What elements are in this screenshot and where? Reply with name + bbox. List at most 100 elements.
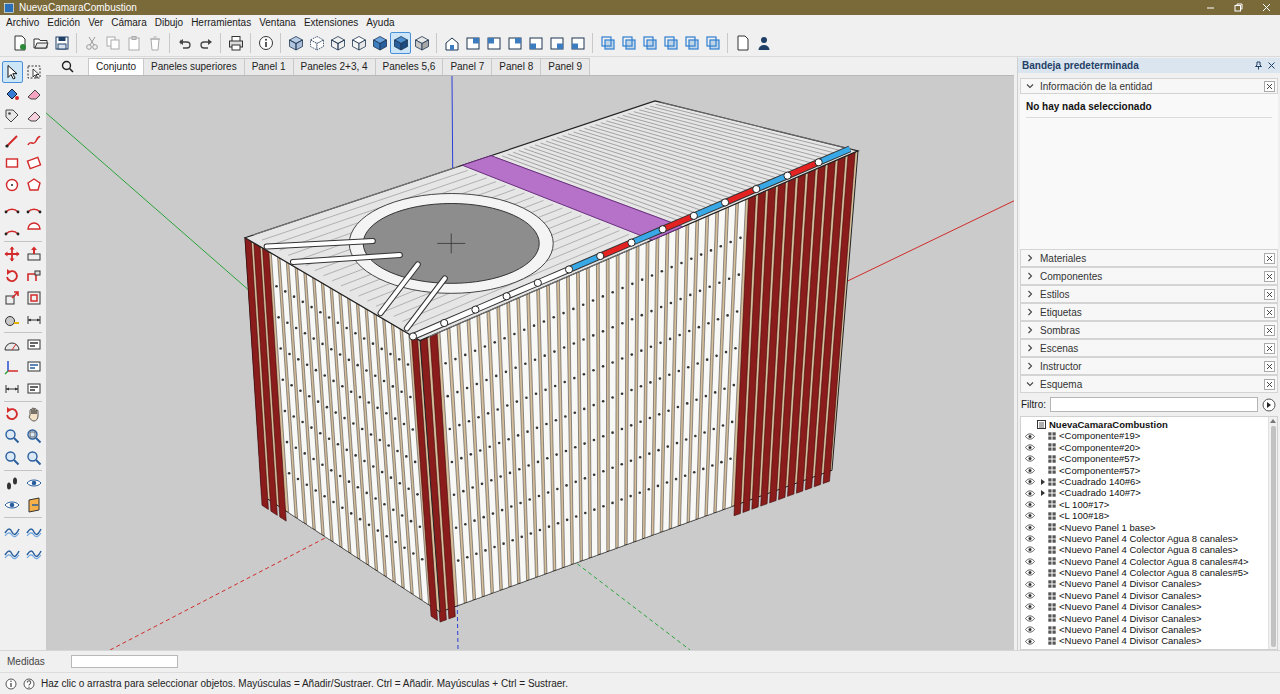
collapsed-arrow-icon[interactable]: [1040, 490, 1046, 496]
tool-button[interactable]: [2, 152, 23, 174]
outliner-row[interactable]: <Nuevo Panel 4 Divisor Canales>: [1021, 590, 1268, 601]
menu-item[interactable]: Dibujo: [151, 15, 187, 30]
outliner-root[interactable]: NuevaCamaraCombustion: [1021, 419, 1268, 430]
eye-icon[interactable]: [1025, 467, 1035, 474]
panel-close-button[interactable]: [1264, 253, 1275, 264]
scene-tab[interactable]: Panel 7: [442, 58, 492, 75]
eye-icon[interactable]: [1025, 581, 1035, 588]
collapsed-arrow-icon[interactable]: [1040, 479, 1046, 485]
eye-icon[interactable]: [1025, 546, 1035, 553]
eye-icon[interactable]: [1025, 638, 1035, 645]
eye-icon[interactable]: [1025, 455, 1035, 462]
close-tray-icon[interactable]: [1267, 61, 1276, 70]
outliner-row[interactable]: <Cuadrado 140#6>: [1021, 476, 1268, 487]
minimize-button[interactable]: [1196, 0, 1224, 15]
toolbar-button[interactable]: [306, 32, 327, 54]
tool-button[interactable]: [24, 105, 45, 127]
tool-button[interactable]: [2, 425, 23, 447]
outliner-row[interactable]: <Nuevo Panel 4 Colector Agua 8 canales#4…: [1021, 556, 1268, 567]
toolbar-button[interactable]: [255, 32, 276, 54]
panel-close-button[interactable]: [1264, 361, 1275, 372]
tool-button[interactable]: [24, 472, 45, 494]
menu-item[interactable]: Herramientas: [187, 15, 255, 30]
panel-header[interactable]: Sombras: [1020, 321, 1278, 339]
outliner-row[interactable]: <Cuadrado 140#7>: [1021, 487, 1268, 498]
toolbar-button[interactable]: [546, 32, 567, 54]
tool-button[interactable]: [2, 218, 23, 240]
menu-item[interactable]: Archivo: [2, 15, 43, 30]
tool-button[interactable]: [24, 334, 45, 356]
tool-button[interactable]: [2, 174, 23, 196]
toolbar-button[interactable]: [225, 32, 246, 54]
menu-item[interactable]: Ayuda: [362, 15, 398, 30]
viewport[interactable]: [46, 75, 1014, 650]
eye-icon[interactable]: [1025, 433, 1035, 440]
eye-icon[interactable]: [1025, 490, 1035, 497]
eye-icon[interactable]: [1025, 558, 1035, 565]
outliner-row[interactable]: <Nuevo Panel 4 Divisor Canales>: [1021, 578, 1268, 589]
scene-tab[interactable]: Panel 8: [491, 58, 541, 75]
toolbar-button[interactable]: [411, 32, 432, 54]
outliner-row[interactable]: <L 100#17>: [1021, 499, 1268, 510]
panel-close-button[interactable]: [1264, 81, 1275, 92]
tool-button[interactable]: [24, 265, 45, 287]
eye-icon[interactable]: [1025, 512, 1035, 519]
tool-button[interactable]: [2, 378, 23, 400]
outliner-row[interactable]: <L 100#18>: [1021, 510, 1268, 521]
toolbar-button[interactable]: [462, 32, 483, 54]
toolbar-button[interactable]: [732, 32, 753, 54]
panel-header[interactable]: Información de la entidad: [1020, 78, 1278, 94]
panel-header[interactable]: Componentes: [1020, 267, 1278, 285]
restore-button[interactable]: [1224, 0, 1252, 15]
tool-button[interactable]: [2, 130, 23, 152]
panel-close-button[interactable]: [1264, 325, 1275, 336]
menu-item[interactable]: Ventana: [255, 15, 300, 30]
tool-button[interactable]: [24, 494, 45, 516]
tool-button[interactable]: [2, 61, 23, 83]
toolbar-button[interactable]: [504, 32, 525, 54]
tool-button[interactable]: [24, 218, 45, 240]
toolbar-button[interactable]: [639, 32, 660, 54]
outliner-row[interactable]: <Componente#19>: [1021, 430, 1268, 441]
tool-button[interactable]: [2, 196, 23, 218]
tool-button[interactable]: [24, 196, 45, 218]
outliner-row[interactable]: <Nuevo Panel 4 Colector Agua 8 canales>: [1021, 533, 1268, 544]
tool-button[interactable]: [2, 472, 23, 494]
scene-tab[interactable]: Panel 1: [244, 58, 294, 75]
eye-icon[interactable]: [1025, 535, 1035, 542]
tool-button[interactable]: [2, 265, 23, 287]
close-button[interactable]: [1252, 0, 1280, 15]
eye-icon[interactable]: [1025, 478, 1035, 485]
outliner-row[interactable]: <Nuevo Panel 4 Colector Agua 8 canales>: [1021, 544, 1268, 555]
scroll-up-icon[interactable]: [1270, 419, 1276, 423]
eye-icon[interactable]: [1025, 615, 1035, 622]
panel-close-button[interactable]: [1264, 379, 1275, 390]
panel-header[interactable]: Estilos: [1020, 285, 1278, 303]
toolbar-button[interactable]: [30, 32, 51, 54]
tool-button[interactable]: [24, 61, 45, 83]
eye-icon[interactable]: [1025, 444, 1035, 451]
toolbar-button[interactable]: [174, 32, 195, 54]
toolbar-button[interactable]: [660, 32, 681, 54]
toolbar-button[interactable]: [348, 32, 369, 54]
toolbar-button[interactable]: [195, 32, 216, 54]
tool-button[interactable]: [2, 447, 23, 469]
help-icon[interactable]: [23, 678, 35, 690]
combustion-chamber-model[interactable]: [245, 101, 858, 622]
toolbar-button[interactable]: [483, 32, 504, 54]
menu-item[interactable]: Cámara: [107, 15, 151, 30]
panel-close-button[interactable]: [1264, 343, 1275, 354]
toolbar-button[interactable]: [51, 32, 72, 54]
tool-button[interactable]: [2, 519, 23, 541]
tool-button[interactable]: [24, 378, 45, 400]
tool-button[interactable]: [24, 174, 45, 196]
outliner-row[interactable]: <Nuevo Panel 4 Divisor Canales>: [1021, 624, 1268, 635]
toolbar-button[interactable]: [81, 32, 102, 54]
tool-button[interactable]: [24, 287, 45, 309]
toolbar-button[interactable]: [369, 32, 390, 54]
tool-button[interactable]: [24, 425, 45, 447]
scroll-thumb[interactable]: [1271, 426, 1276, 647]
tool-button[interactable]: [24, 243, 45, 265]
tool-button[interactable]: [24, 541, 45, 563]
eye-icon[interactable]: [1025, 592, 1035, 599]
